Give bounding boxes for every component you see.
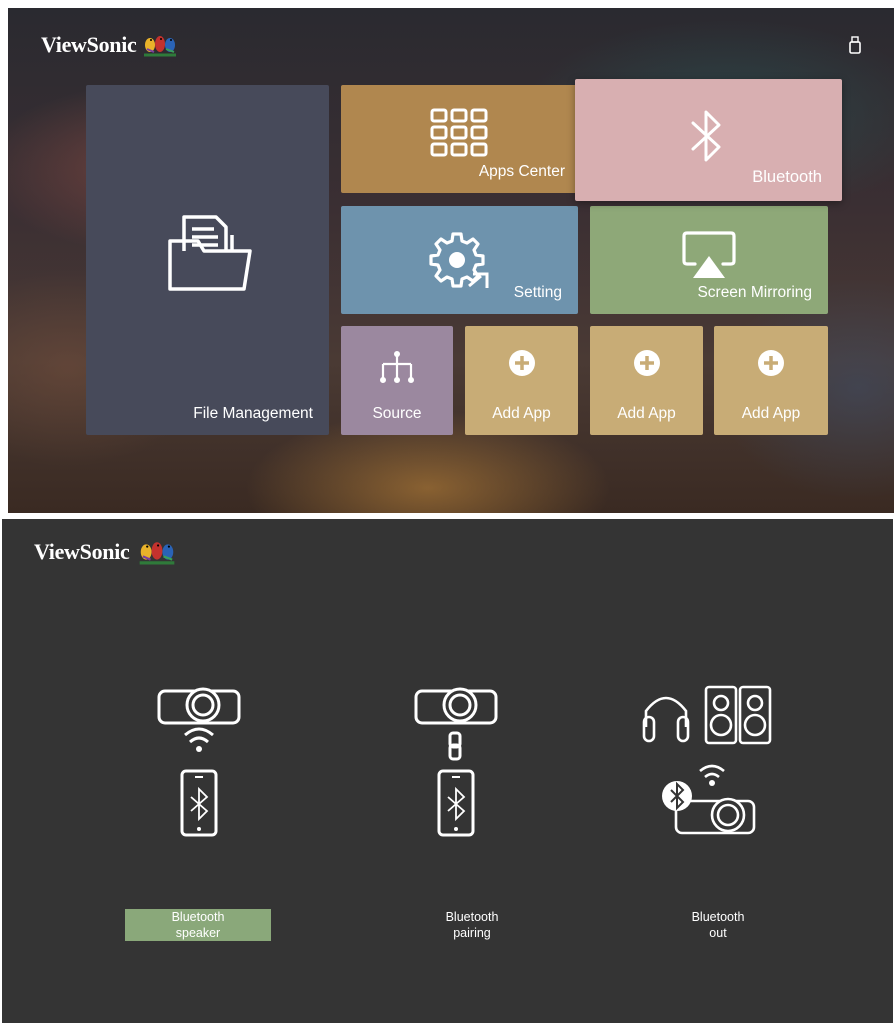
tile-label: Add App — [492, 405, 551, 422]
tile-bluetooth[interactable]: Bluetooth — [575, 79, 842, 201]
airplay-icon — [682, 231, 736, 278]
option-label-line2: out — [709, 926, 727, 940]
home-screen: ViewSonic File Management Apps Center Se… — [8, 8, 894, 513]
tile-label: Source — [372, 405, 422, 422]
viewsonic-logo: ViewSonic — [41, 32, 178, 58]
tile-label: Add App — [741, 405, 801, 422]
brand-name: ViewSonic — [41, 32, 137, 57]
bluetooth-screen: ViewSonic Bluetooth speaker Bluetooth pa… — [2, 519, 893, 1023]
bluetooth-pairing-option[interactable]: Bluetooth pairing — [400, 909, 544, 941]
tile-screen-mirroring[interactable]: Screen Mirroring — [590, 206, 828, 314]
option-label-line1: Bluetooth — [445, 910, 499, 924]
option-label-line1: Bluetooth — [691, 910, 745, 924]
tile-apps-center[interactable]: Apps Center — [341, 85, 581, 193]
tile-add-app-2[interactable]: Add App — [590, 326, 703, 435]
bluetooth-speaker-option[interactable]: Bluetooth speaker — [125, 909, 271, 941]
option-label-line2: speaker — [175, 926, 221, 940]
projector-phone-link-icon — [414, 687, 498, 837]
source-tree-icon — [380, 351, 414, 383]
tile-source[interactable]: Source — [341, 326, 453, 435]
tile-label: File Management — [193, 405, 313, 422]
viewsonic-logo: ViewSonic — [34, 539, 179, 565]
plus-circle-icon — [758, 350, 784, 376]
option-label-line1: Bluetooth — [171, 910, 225, 924]
option-label-line2: pairing — [453, 926, 491, 940]
folder-documents-icon — [168, 215, 252, 291]
grid-apps-icon — [430, 108, 488, 157]
tile-label: Bluetooth — [752, 168, 822, 186]
tile-label: Apps Center — [478, 163, 565, 180]
birds-logo-icon — [140, 542, 175, 565]
plus-circle-icon — [509, 350, 535, 376]
gear-icon — [429, 232, 489, 288]
brand-name: ViewSonic — [34, 539, 130, 564]
tile-label: Setting — [513, 284, 562, 301]
tile-label: Screen Mirroring — [697, 284, 812, 301]
bluetooth-out-option[interactable]: Bluetooth out — [646, 909, 790, 941]
tile-add-app-1[interactable]: Add App — [465, 326, 578, 435]
tile-label: Add App — [617, 405, 676, 422]
plus-circle-icon — [634, 350, 660, 376]
projector-phone-wifi-icon — [157, 687, 241, 837]
bluetooth-icon — [691, 110, 721, 162]
tile-file-management[interactable]: File Management — [86, 85, 329, 435]
birds-logo-icon — [144, 36, 177, 57]
tile-add-app-3[interactable]: Add App — [714, 326, 828, 435]
projector-speakers-headphones-icon — [642, 685, 772, 835]
usb-drive-icon[interactable] — [848, 36, 862, 54]
tile-setting[interactable]: Setting — [341, 206, 578, 314]
